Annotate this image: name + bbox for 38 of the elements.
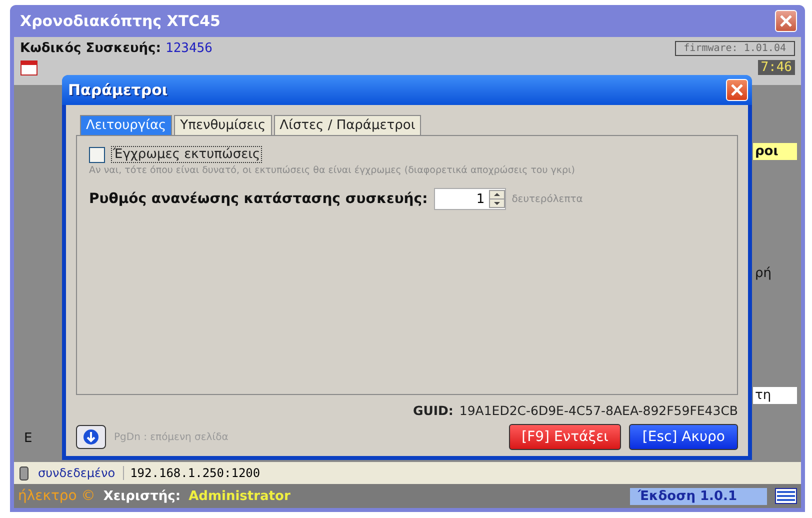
close-icon — [729, 82, 745, 98]
button-text: Ε — [23, 431, 34, 446]
close-button[interactable] — [775, 10, 797, 32]
number-field[interactable]: 1 — [434, 188, 506, 210]
checkbox[interactable] — [89, 146, 105, 162]
field-label: Ρυθμός ανανέωσης κατάστασης συσκευής: — [89, 191, 428, 207]
user-name: Administrator — [188, 488, 292, 504]
device-code: Κωδικός Συσκευής: 123456 — [20, 41, 212, 56]
dialog-title: Παράμετροι — [68, 81, 168, 99]
ok-button[interactable]: [F9] Εντάξει — [508, 424, 622, 450]
cancel-button[interactable]: [Esc] Ακυρο — [629, 424, 738, 450]
guid-value: 19A1ED2C-6D9E-4C57-8AEA-892F59FE43CB — [459, 403, 738, 418]
connection-status: συνδεδεμένο — [38, 466, 116, 480]
next-page-button[interactable] — [76, 425, 106, 449]
window-title: Χρονοδιακόπτης XTC45 — [20, 12, 220, 30]
tab[interactable]: Λειτουργίας — [80, 115, 172, 135]
close-button[interactable] — [726, 79, 748, 101]
spinner-arrows-icon[interactable] — [488, 190, 505, 208]
clock-text: 7:46 — [758, 60, 795, 74]
checkbox-label: Έγχρωμες εκτυπώσεις — [111, 146, 262, 163]
firmware-version: firmware: 1.01.04 — [674, 41, 795, 56]
brand-text: ήλεκτρο © — [18, 488, 96, 504]
user-label: Χειριστής: — [103, 488, 181, 504]
hint-text: Αν ναι, τότε όπου είναι δυνατό, οι εκτυπώσεις θα είναι έγχρωμες (διαφορετικά αποχρώσεις του γκρι) — [89, 165, 576, 176]
label-text: ροι — [753, 143, 797, 160]
label-text: τη — [753, 386, 797, 404]
connection-icon — [18, 466, 30, 480]
label-text: ρή — [754, 264, 772, 282]
version-text: Έκδοση 1.0.1 — [630, 488, 767, 504]
hint-text: PgDn : επόμενη σελίδα — [114, 432, 230, 442]
unit-text: δευτερόλεπτα — [512, 194, 583, 204]
guid-label: GUID: — [412, 403, 454, 418]
tab[interactable]: Λίστες / Παράμετροι — [274, 115, 422, 135]
close-icon — [778, 13, 794, 29]
calendar-icon[interactable] — [20, 58, 38, 76]
tab[interactable]: Υπενθυμίσεις — [174, 115, 272, 135]
flag-icon[interactable] — [775, 488, 797, 504]
device-address: 192.168.1.250:1200 — [123, 466, 260, 480]
